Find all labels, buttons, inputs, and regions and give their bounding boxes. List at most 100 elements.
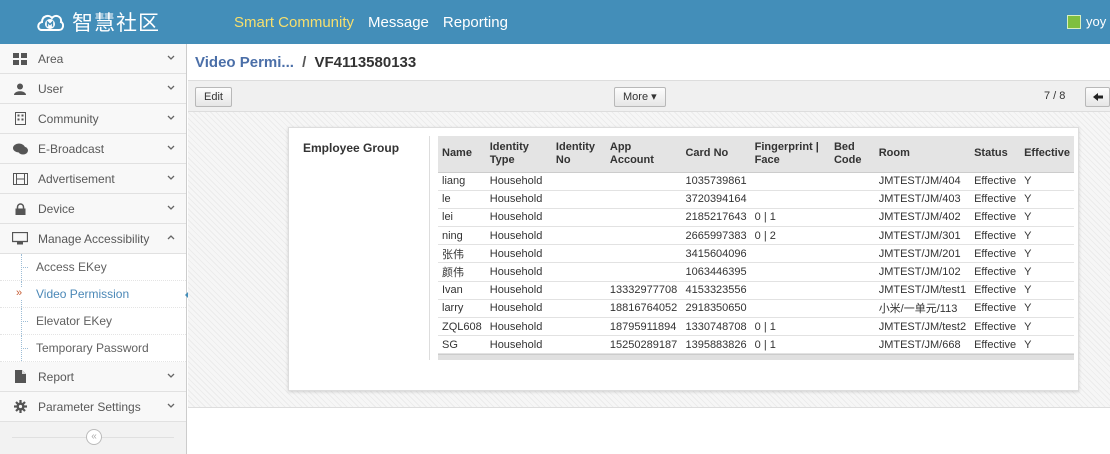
sidebar-subitem-elevator-ekey[interactable]: Elevator EKey xyxy=(0,308,186,335)
column-header: Bed Code xyxy=(829,136,875,173)
table-row[interactable]: ZQL608 Household 18795911894 1330748708 0 | … xyxy=(438,317,1074,337)
table-cell xyxy=(829,335,875,355)
breadcrumb-parent-link[interactable]: Video Permi... xyxy=(195,54,294,71)
table-cell: 1395883826 xyxy=(681,335,751,355)
sidebar-item-advertisement[interactable]: Advertisement xyxy=(0,164,186,194)
table-cell: JMTEST/JM/403 xyxy=(874,190,971,209)
table-row[interactable]: larry Household 18816764052 2918350650 小米/一单… xyxy=(438,299,1074,319)
table-cell: 1035739861 xyxy=(681,172,751,191)
building-icon xyxy=(12,112,28,126)
table-cell: Effective xyxy=(970,281,1021,300)
user-menu[interactable]: yoy xyxy=(1067,14,1106,29)
table-cell: 0 | 1 xyxy=(750,335,830,355)
sidebar-subitem-temporary-password[interactable]: Temporary Password xyxy=(0,335,186,362)
table-cell: Effective xyxy=(970,190,1021,209)
table-cell: 张伟 xyxy=(438,244,486,264)
sidebar-item-label: Report xyxy=(38,369,75,384)
table-cell: lei xyxy=(438,208,486,228)
employee-group-label: Employee Group xyxy=(303,141,400,155)
table-header-row: Name Identity Type Identity No App Account C… xyxy=(438,136,1074,173)
sidebar-subitem-label: Temporary Password xyxy=(36,341,149,355)
sidebar-item-label: Parameter Settings xyxy=(38,399,141,414)
table-cell: 0 | 1 xyxy=(750,317,830,337)
table-cell: Y xyxy=(1020,208,1074,228)
chevron-down-icon xyxy=(167,115,175,120)
table-cell: JMTEST/JM/404 xyxy=(874,172,971,191)
table-cell: Effective xyxy=(970,226,1021,246)
avatar xyxy=(1067,14,1081,29)
column-header: Identity No xyxy=(551,136,606,173)
table-cell xyxy=(829,208,875,228)
table-cell: Y xyxy=(1020,262,1074,282)
table-row[interactable]: 颜伟 Household 1063446395 JMTEST/JM/102 Effect… xyxy=(438,262,1074,282)
sidebar-collapse-row: « xyxy=(0,422,186,452)
table-cell: Y xyxy=(1020,226,1074,246)
topnav-message[interactable]: Message xyxy=(368,14,429,31)
employee-table-wrapper: Name Identity Type Identity No App Account C… xyxy=(429,136,1074,361)
column-header: App Account xyxy=(605,136,682,173)
table-cell: SG xyxy=(438,335,486,355)
sidebar-subitem-access-ekey[interactable]: Access EKey xyxy=(0,254,186,281)
table-cell xyxy=(829,190,875,209)
table-cell xyxy=(551,299,606,319)
chevron-down-icon xyxy=(167,205,175,210)
sidebar-item-report[interactable]: Report xyxy=(0,362,186,392)
sidebar-subitem-video-permission[interactable]: » Video Permission xyxy=(0,281,192,308)
topnav-smart-community[interactable]: Smart Community xyxy=(234,14,354,31)
table-cell: 15250289187 xyxy=(605,335,682,355)
table-row[interactable]: SG Household 15250289187 1395883826 0 | 1 JMT… xyxy=(438,335,1074,355)
sidebar-item-manage-accessibility[interactable]: Manage Accessibility xyxy=(0,224,186,254)
sidebar-item-label: User xyxy=(38,81,64,96)
previous-record-button[interactable] xyxy=(1085,87,1110,107)
table-footer xyxy=(438,354,1074,361)
gear-icon xyxy=(12,400,28,414)
table-cell xyxy=(605,262,682,282)
table-row[interactable]: liang Household 1035739861 JMTEST/JM/404 Eff… xyxy=(438,172,1074,191)
breadcrumb-separator: / xyxy=(302,54,307,71)
table-cell: Ivan xyxy=(438,281,486,300)
sidebar-item-parameter-settings[interactable]: Parameter Settings xyxy=(0,392,186,422)
topnav-reporting[interactable]: Reporting xyxy=(443,14,508,31)
table-cell: JMTEST/JM/test2 xyxy=(874,317,971,337)
file-icon xyxy=(12,370,28,384)
table-cell xyxy=(551,317,606,337)
table-cell: 2185217643 xyxy=(681,208,751,228)
sidebar-item-user[interactable]: User xyxy=(0,74,186,104)
table-cell: 4153323556 xyxy=(681,281,751,300)
table-cell xyxy=(829,226,875,246)
table-cell xyxy=(551,244,606,264)
sidebar-subitem-label: Video Permission xyxy=(36,287,130,301)
table-cell xyxy=(551,335,606,355)
table-cell xyxy=(605,226,682,246)
table-cell: 颜伟 xyxy=(438,262,486,282)
brand[interactable]: 智慧社区 xyxy=(36,7,160,37)
sidebar-item-device[interactable]: Device xyxy=(0,194,186,224)
chevron-down-icon xyxy=(167,145,175,150)
sidebar-item-area[interactable]: Area xyxy=(0,44,186,74)
table-cell xyxy=(750,190,830,209)
table-cell: JMTEST/JM/102 xyxy=(874,262,971,282)
arrow-left-icon xyxy=(1092,93,1103,101)
breadcrumb: Video Permi... / VF4113580133 xyxy=(195,54,416,71)
edit-button[interactable]: Edit xyxy=(195,87,232,107)
sidebar: Area User Community E-Broadcast Advertis… xyxy=(0,44,192,454)
table-row[interactable]: Ivan Household 13332977708 4153323556 JMTEST… xyxy=(438,281,1074,300)
user-name: yoy xyxy=(1086,14,1107,29)
table-cell xyxy=(551,262,606,282)
table-row[interactable]: lei Household 2185217643 0 | 1 JMTEST/JM/402… xyxy=(438,208,1074,228)
table-row[interactable]: 张伟 Household 3415604096 JMTEST/JM/201 Effect… xyxy=(438,244,1074,264)
collapse-sidebar-button[interactable]: « xyxy=(86,429,102,445)
table-row[interactable]: ning Household 2665997383 0 | 2 JMTEST/JM/30… xyxy=(438,226,1074,246)
table-cell: 18795911894 xyxy=(605,317,682,337)
sidebar-item-community[interactable]: Community xyxy=(0,104,186,134)
table-cell: Effective xyxy=(970,299,1021,319)
cloud-logo-icon xyxy=(37,14,64,31)
table-cell: Household xyxy=(485,317,552,337)
table-row[interactable]: le Household 3720394164 JMTEST/JM/403 Effect… xyxy=(438,190,1074,209)
desktop-icon xyxy=(12,232,28,246)
sidebar-item-label: E-Broadcast xyxy=(38,141,105,156)
more-button[interactable]: More ▾ xyxy=(614,87,666,107)
sidebar-item-e-broadcast[interactable]: E-Broadcast xyxy=(0,134,186,164)
table-cell: Effective xyxy=(970,172,1021,191)
column-header: Room xyxy=(874,136,971,173)
